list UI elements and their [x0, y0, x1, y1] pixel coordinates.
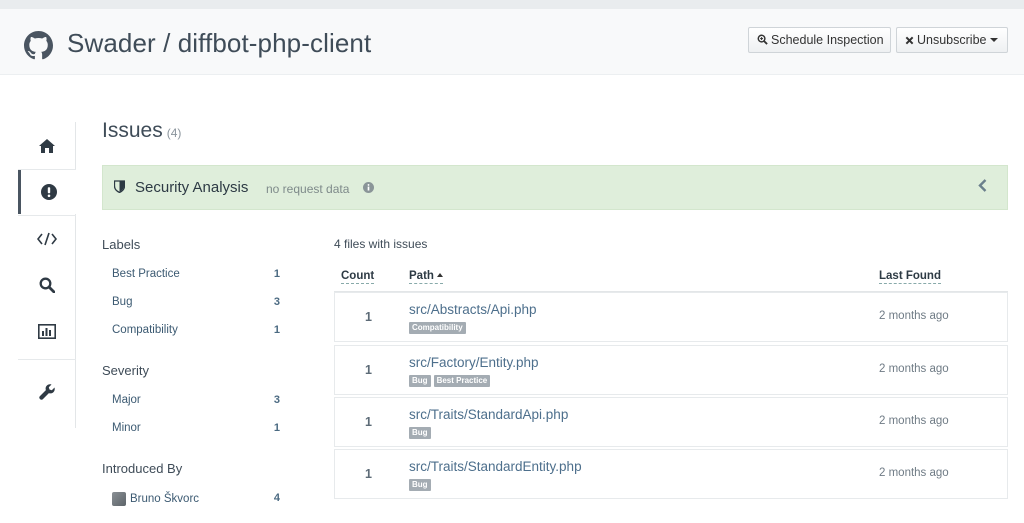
- unsubscribe-label: Unsubscribe: [917, 33, 987, 47]
- issue-count-cell: 1: [365, 467, 372, 481]
- filter-label: Major: [112, 394, 141, 406]
- table-row[interactable]: 1 src/Factory/Entity.php Bug Best Practi…: [334, 345, 1008, 395]
- tag-badge[interactable]: Best Practice: [433, 375, 491, 387]
- security-analysis-panel[interactable]: Security Analysis no request data: [102, 165, 1008, 210]
- nav-divider: [18, 359, 76, 360]
- bar-chart-icon: [38, 323, 56, 339]
- tag-badge[interactable]: Bug: [409, 427, 431, 439]
- nav-search[interactable]: [18, 263, 76, 307]
- table-row[interactable]: 1 src/Abstracts/Api.php Compatibility 2 …: [334, 292, 1008, 342]
- introduced-by-heading: Introduced By: [102, 461, 183, 476]
- side-navigation: [18, 122, 76, 428]
- table-row[interactable]: 1 src/Traits/StandardEntity.php Bug 2 mo…: [334, 449, 1008, 499]
- home-icon: [39, 139, 55, 153]
- filter-label: Best Practice: [112, 268, 180, 280]
- last-found-cell: 2 months ago: [879, 467, 949, 479]
- file-path-link[interactable]: src/Traits/StandardEntity.php: [409, 459, 582, 474]
- severity-heading: Severity: [102, 363, 149, 378]
- filter-severity-major[interactable]: Major 3: [112, 394, 282, 412]
- code-icon: [37, 232, 57, 246]
- tag-list: Bug: [409, 479, 431, 491]
- filter-author[interactable]: Bruno Škvorc 4: [112, 492, 282, 510]
- last-found-cell: 2 months ago: [879, 415, 949, 427]
- filter-label-compatibility[interactable]: Compatibility 1: [112, 324, 282, 342]
- page-title-text: Issues: [102, 119, 163, 142]
- tag-badge[interactable]: Bug: [409, 375, 431, 387]
- nav-divider: [18, 215, 76, 216]
- filter-count: 1: [273, 324, 280, 336]
- schedule-inspection-label: Schedule Inspection: [771, 33, 884, 47]
- avatar: [112, 492, 126, 506]
- file-path-link[interactable]: src/Abstracts/Api.php: [409, 302, 537, 317]
- tag-list: Bug Best Practice: [409, 375, 491, 387]
- filter-author-label: Bruno Škvorc: [112, 492, 199, 506]
- filter-count: 3: [273, 296, 280, 308]
- tag-badge[interactable]: Compatibility: [409, 322, 466, 334]
- filter-label: Compatibility: [112, 324, 178, 336]
- filter-count: 1: [273, 268, 280, 280]
- zoom-icon: [757, 34, 768, 45]
- filter-count: 3: [273, 394, 280, 406]
- repo-title[interactable]: Swader / diffbot-php-client: [67, 28, 371, 59]
- table-row[interactable]: 1 src/Traits/StandardApi.php Bug 2 month…: [334, 397, 1008, 447]
- filter-label: Bug: [112, 296, 133, 308]
- labels-heading: Labels: [102, 237, 141, 252]
- nav-issues[interactable]: [18, 170, 76, 214]
- issue-count: (4): [166, 126, 182, 140]
- schedule-inspection-button[interactable]: Schedule Inspection: [748, 27, 891, 53]
- column-header-last-found[interactable]: Last Found: [879, 270, 941, 284]
- caret-down-icon: [990, 38, 999, 42]
- security-analysis-status: no request data: [266, 182, 350, 196]
- author-name: Bruno Škvorc: [130, 493, 200, 505]
- tag-badge[interactable]: Bug: [409, 479, 431, 491]
- repo-header: Swader / diffbot-php-client Schedule Ins…: [0, 9, 1024, 75]
- issue-count-cell: 1: [365, 415, 372, 429]
- column-header-count[interactable]: Count: [341, 270, 375, 284]
- nav-settings[interactable]: [18, 370, 76, 414]
- filter-label: Minor: [112, 422, 141, 434]
- file-path-link[interactable]: src/Factory/Entity.php: [409, 355, 539, 370]
- nav-statistics[interactable]: [18, 309, 76, 353]
- filter-severity-minor[interactable]: Minor 1: [112, 422, 282, 440]
- filter-label-bug[interactable]: Bug 3: [112, 296, 282, 314]
- column-header-path-label: Path: [409, 270, 434, 282]
- search-icon: [39, 277, 55, 293]
- column-header-path[interactable]: Path: [409, 270, 443, 284]
- unsubscribe-button[interactable]: Unsubscribe: [896, 27, 1008, 53]
- last-found-cell: 2 months ago: [879, 310, 949, 322]
- top-strip: [0, 0, 1024, 9]
- info-icon[interactable]: [363, 182, 374, 193]
- tag-list: Bug: [409, 427, 431, 439]
- files-summary: 4 files with issues: [334, 237, 428, 251]
- issue-count-cell: 1: [365, 310, 372, 324]
- filter-label-best-practice[interactable]: Best Practice 1: [112, 268, 282, 286]
- security-analysis-title: Security Analysis: [135, 179, 249, 196]
- close-icon: [905, 36, 914, 45]
- issue-count-cell: 1: [365, 363, 372, 377]
- file-path-link[interactable]: src/Traits/StandardApi.php: [409, 407, 568, 422]
- wrench-icon: [39, 384, 55, 400]
- filter-count: 1: [273, 422, 280, 434]
- github-icon: [24, 31, 53, 60]
- chevron-left-icon[interactable]: [978, 179, 987, 192]
- sort-ascending-icon: [436, 273, 443, 277]
- last-found-cell: 2 months ago: [879, 363, 949, 375]
- nav-home[interactable]: [18, 124, 76, 168]
- nav-code[interactable]: [18, 217, 76, 261]
- exclamation-circle-icon: [40, 184, 57, 200]
- tag-list: Compatibility: [409, 322, 466, 334]
- page-title: Issues (4): [102, 119, 181, 143]
- filter-count: 4: [273, 492, 280, 504]
- shield-icon: [114, 180, 125, 193]
